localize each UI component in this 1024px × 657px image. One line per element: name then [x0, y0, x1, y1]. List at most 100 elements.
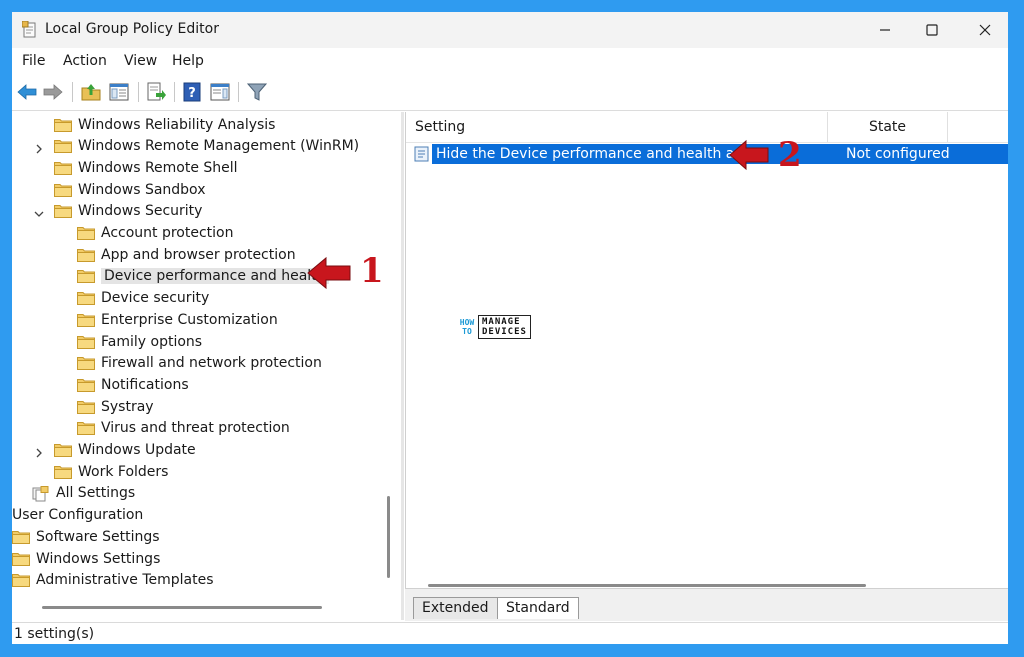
- tree-item-label: App and browser protection: [101, 246, 296, 263]
- tree-item[interactable]: Family options: [77, 331, 202, 352]
- up-one-level-button[interactable]: [80, 81, 102, 103]
- tree-horizontal-scrollbar[interactable]: [42, 606, 322, 609]
- tree-item[interactable]: Software Settings: [12, 526, 160, 547]
- tree-item-label: User Configuration: [12, 507, 144, 524]
- forward-button[interactable]: [42, 81, 64, 103]
- tree-item[interactable]: App and browser protection: [77, 244, 296, 265]
- close-button[interactable]: [962, 12, 1008, 48]
- chevron-right-icon[interactable]: [34, 142, 44, 154]
- show-action-pane-button[interactable]: [209, 81, 231, 103]
- step-number-2: 2: [778, 135, 802, 175]
- back-arrow-icon: [17, 84, 37, 100]
- tree-item[interactable]: Enterprise Customization: [77, 309, 278, 330]
- tree-item[interactable]: Virus and threat protection: [77, 418, 290, 439]
- tree-item-label: All Settings: [56, 485, 136, 502]
- tree-item[interactable]: Device performance and health: [77, 266, 329, 287]
- filter-button[interactable]: [246, 81, 268, 103]
- show-hide-console-tree-button[interactable]: [108, 81, 130, 103]
- menu-action[interactable]: Action: [63, 53, 107, 69]
- tree-item-label: Firewall and network protection: [101, 355, 322, 372]
- tree-item[interactable]: Account protection: [77, 223, 234, 244]
- setting-row[interactable]: Hide the Device performance and health a…: [414, 144, 1008, 164]
- minimize-icon: [880, 29, 890, 31]
- tree-vertical-scrollbar[interactable]: [387, 496, 390, 578]
- console-tree-icon: [109, 83, 129, 101]
- tree-item[interactable]: Windows Reliability Analysis: [54, 114, 275, 135]
- tree-item-label: Account protection: [101, 225, 234, 241]
- back-button[interactable]: [16, 81, 38, 103]
- step-number-1: 1: [360, 251, 384, 291]
- tree-item[interactable]: All Settings: [32, 483, 135, 504]
- annotation-arrow-1: [307, 256, 351, 290]
- tree-item[interactable]: Notifications: [77, 374, 189, 395]
- pane-splitter[interactable]: [401, 112, 404, 620]
- logo-manage-text: MANAGE: [482, 317, 521, 327]
- folder-icon: [54, 161, 72, 175]
- tree-item[interactable]: User Configuration: [12, 505, 143, 526]
- tab-standard[interactable]: Standard: [497, 597, 579, 619]
- policy-setting-icon: [414, 146, 430, 162]
- app-window: Local Group Policy Editor File Action Vi…: [12, 12, 1008, 644]
- column-header-setting[interactable]: Setting: [406, 112, 828, 142]
- watermark-logo: HOW TO MANAGE DEVICES: [456, 315, 531, 339]
- folder-icon: [12, 552, 30, 566]
- tree-item-label: Notifications: [101, 376, 189, 393]
- view-tabs: Extended Standard: [405, 588, 1008, 621]
- minimize-button[interactable]: [862, 12, 908, 48]
- folder-icon: [54, 118, 72, 132]
- tree-item[interactable]: Windows Security: [34, 201, 203, 222]
- tree-item[interactable]: Device security: [77, 288, 209, 309]
- logo-manage-devices: MANAGE DEVICES: [478, 315, 531, 339]
- tree-item[interactable]: Firewall and network protection: [77, 353, 322, 374]
- toolbar: ?: [12, 74, 1008, 111]
- help-button[interactable]: ?: [181, 81, 203, 103]
- column-header-state[interactable]: State: [828, 112, 948, 142]
- svg-text:?: ?: [188, 86, 196, 101]
- status-text: 1 setting(s): [14, 626, 95, 642]
- status-bar: 1 setting(s): [12, 622, 1008, 644]
- menu-file[interactable]: File: [22, 53, 45, 69]
- tree-item[interactable]: Windows Remote Shell: [54, 157, 238, 178]
- maximize-icon: [926, 24, 938, 36]
- folder-up-icon: [81, 84, 101, 101]
- folder-icon: [77, 269, 95, 284]
- tree-item-label: Enterprise Customization: [101, 311, 278, 328]
- maximize-button[interactable]: [909, 12, 955, 48]
- folder-icon: [12, 530, 30, 544]
- all-settings-icon: [32, 486, 50, 502]
- toolbar-separator: [174, 82, 175, 102]
- tree-item[interactable]: Windows Remote Management (WinRM): [36, 136, 359, 157]
- tree-item-label: Software Settings: [36, 528, 160, 545]
- tree-item-label: Device performance and health: [101, 268, 329, 285]
- tree-item[interactable]: Work Folders: [54, 461, 168, 482]
- folder-icon: [77, 248, 95, 262]
- tree-item-label: Family options: [101, 333, 203, 350]
- tree-item[interactable]: Systray: [77, 396, 154, 417]
- chevron-down-icon[interactable]: [34, 207, 44, 217]
- toolbar-separator: [238, 82, 239, 102]
- title-bar[interactable]: Local Group Policy Editor: [12, 12, 1008, 48]
- help-icon: ?: [183, 82, 201, 102]
- tree-item[interactable]: Windows Settings: [12, 548, 160, 569]
- menu-bar: File Action View Help: [12, 48, 1008, 74]
- list-horizontal-scrollbar[interactable]: [428, 584, 866, 587]
- folder-icon: [54, 465, 72, 479]
- tree-item-label: Windows Security: [78, 203, 203, 220]
- tree-item[interactable]: Windows Update: [36, 440, 196, 461]
- filter-icon: [246, 83, 268, 101]
- chevron-right-icon[interactable]: [34, 446, 44, 457]
- tree-item[interactable]: Windows Sandbox: [54, 179, 205, 200]
- tree-item[interactable]: Administrative Templates: [12, 570, 214, 591]
- menu-help[interactable]: Help: [172, 53, 204, 69]
- console-tree[interactable]: Windows Reliability Analysis Windows Remo…: [12, 112, 401, 620]
- export-list-button[interactable]: [145, 81, 167, 103]
- folder-icon: [77, 313, 95, 327]
- action-pane-icon: [210, 83, 230, 101]
- window-title: Local Group Policy Editor: [45, 21, 219, 37]
- tree-item-label: Systray: [101, 398, 154, 415]
- policy-editor-icon: [21, 20, 38, 39]
- export-list-icon: [147, 82, 166, 101]
- tab-extended[interactable]: Extended: [413, 597, 498, 619]
- folder-icon: [77, 356, 95, 371]
- menu-view[interactable]: View: [124, 53, 157, 69]
